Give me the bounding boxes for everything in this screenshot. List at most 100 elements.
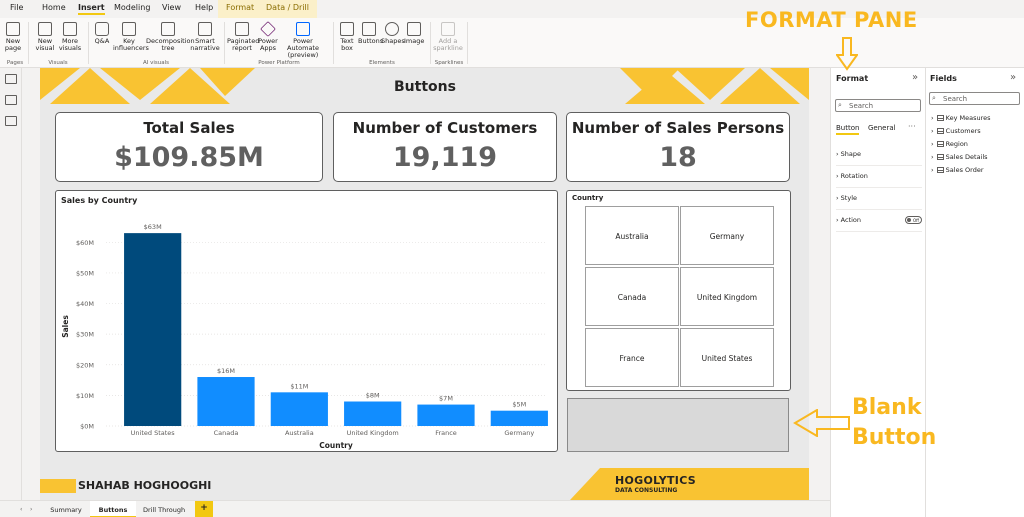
slicer-option-australia[interactable]: Australia [585,206,679,265]
chart-title: Sales by Country [61,196,138,205]
chat-bubble-icon [95,22,109,36]
text-box-icon [340,22,354,36]
field-table-sales-order[interactable]: › Sales Order [931,166,984,174]
new-page-button[interactable]: New page [3,22,23,52]
paginated-report-button[interactable]: Paginated report [227,22,260,52]
field-table-key-measures[interactable]: › Key Measures [931,114,991,122]
format-section-shape[interactable]: › Shape [836,144,922,166]
page-title: Buttons [335,68,515,104]
power-automate-button[interactable]: Power Automate (preview) [279,22,327,59]
x-tick-label: United States [131,429,176,437]
data-label: $63M [144,223,162,231]
format-section-style[interactable]: › Style [836,188,922,210]
left-arrow-annotation [793,409,850,437]
power-apps-icon [260,21,276,37]
slicer-title: Country [572,194,604,202]
fields-search-input[interactable]: Search [929,92,1020,105]
add-sparkline-label: Add a sparkline [433,37,463,52]
kpi-title: Total Sales [143,119,235,137]
menu-home[interactable]: Home [42,3,66,12]
menu-help[interactable]: Help [195,3,213,12]
format-tab-button[interactable]: Button [836,124,860,135]
slicer-option-united-kingdom[interactable]: United Kingdom [680,267,774,326]
more-options-icon[interactable]: ··· [908,122,916,131]
kpi-value: 19,119 [392,142,498,173]
x-tick-label: France [435,429,457,437]
menu-view[interactable]: View [162,3,181,12]
slicer-option-germany[interactable]: Germany [680,206,774,265]
data-label: $16M [217,367,235,375]
table-icon [936,141,944,147]
format-section-rotation[interactable]: › Rotation [836,166,922,188]
page-tab-drill-through[interactable]: Drill Through [136,501,192,517]
bar [417,404,475,426]
slicer-option-canada[interactable]: Canada [585,267,679,326]
group-label-visuals: Visuals [48,60,68,66]
search-icon: ⌕ [932,94,936,102]
report-view-icon[interactable] [5,74,17,84]
buttons-button[interactable]: Buttons [358,22,383,45]
sales-by-country-chart[interactable]: Sales by Country $0M $10M $20M $30M $40M $50M $… [55,190,558,452]
group-label-power-platform: Power Platform [258,60,300,66]
menu-modeling[interactable]: Modeling [114,3,150,12]
kpi-card-total-sales[interactable]: Total Sales $109.85M [55,112,323,182]
decomposition-tree-label: Decomposition tree [146,37,195,52]
qa-label: Q&A [94,37,110,45]
qa-button[interactable]: Q&A [92,22,112,45]
menu-insert[interactable]: Insert [78,3,105,15]
x-tick-label: United Kingdom [347,429,399,437]
image-button[interactable]: Image [404,22,424,45]
slicer-option-united-states[interactable]: United States [680,328,774,387]
field-table-label: Sales Details [945,153,988,161]
field-table-label: Key Measures [945,114,991,122]
next-page-icon[interactable]: › [30,506,32,513]
decomposition-tree-button[interactable]: Decomposition tree [146,22,195,52]
field-table-label: Sales Order [945,166,984,174]
field-table-sales-details[interactable]: › Sales Details [931,153,988,161]
format-pane-title: Format [836,74,869,83]
menu-file[interactable]: File [10,3,23,12]
y-axis-label: Sales [61,315,70,338]
section-label: Action [840,216,862,224]
prev-page-icon[interactable]: ‹ [20,506,22,513]
paginated-report-label: Paginated report [227,37,260,52]
author-name: SHAHAB HOGHOOGHI [78,479,212,492]
kpi-card-customers[interactable]: Number of Customers 19,119 [333,112,557,182]
country-slicer[interactable]: Country Australia Germany Canada United … [566,190,791,391]
power-apps-button[interactable]: Power Apps [258,21,278,52]
model-view-icon[interactable] [5,116,17,126]
format-tab-general[interactable]: General [868,124,896,132]
text-box-button[interactable]: Text box [337,22,357,52]
field-table-region[interactable]: › Region [931,140,968,148]
more-visuals-button[interactable]: More visuals [58,22,82,52]
data-view-icon[interactable] [5,95,17,105]
blank-button-annotation-line1: Blank [852,395,922,420]
fields-search-placeholder: Search [943,95,968,103]
collapse-format-pane-icon[interactable]: » [912,72,918,83]
new-visual-button[interactable]: New visual [34,22,56,52]
bar [490,410,548,426]
add-sparkline-button[interactable]: Add a sparkline [433,22,463,52]
bar-chart-icon [38,22,52,36]
image-icon [407,22,421,36]
bar [270,392,328,426]
add-page-button[interactable]: + [195,501,213,517]
power-automate-icon [296,22,310,36]
menu-data-drill[interactable]: Data / Drill [258,0,317,18]
field-table-customers[interactable]: › Customers [931,127,981,135]
smart-narrative-button[interactable]: Smart narrative [190,22,220,52]
group-separator [88,22,89,64]
format-search-input[interactable]: Search [835,99,921,112]
bar [124,233,182,426]
shapes-button[interactable]: Shapes [381,22,405,45]
page-tab-buttons[interactable]: Buttons [90,501,136,517]
kpi-card-sales-persons[interactable]: Number of Sales Persons 18 [566,112,790,182]
menu-format[interactable]: Format [218,0,263,18]
x-tick-label: Canada [214,429,239,437]
slicer-option-france[interactable]: France [585,328,679,387]
key-influencers-button[interactable]: Key influencers [113,22,149,52]
blank-button[interactable] [567,398,789,452]
page-tab-summary[interactable]: Summary [42,501,90,517]
collapse-fields-pane-icon[interactable]: » [1010,72,1016,83]
kpi-value: 18 [659,142,697,173]
